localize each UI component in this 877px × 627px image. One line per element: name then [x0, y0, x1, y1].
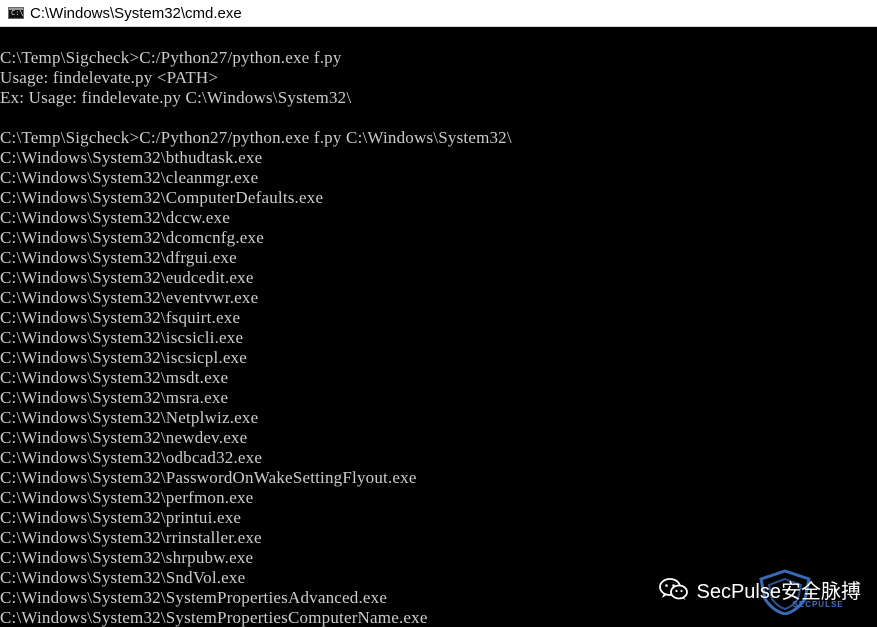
console-line: C:\Windows\System32\Netplwiz.exe [0, 408, 259, 427]
console-line: C:\Windows\System32\SndVol.exe [0, 568, 246, 587]
console-line: C:\Windows\System32\PasswordOnWakeSettin… [0, 468, 417, 487]
console-line: C:\Temp\Sigcheck>C:/Python27/python.exe … [0, 48, 342, 67]
console-line: C:\Windows\System32\ComputerDefaults.exe [0, 188, 324, 207]
console-line: C:\Windows\System32\fsquirt.exe [0, 308, 241, 327]
console-line: C:\Windows\System32\bthudtask.exe [0, 148, 263, 167]
console-line: C:\Windows\System32\printui.exe [0, 508, 242, 527]
console-line: C:\Windows\System32\iscsicli.exe [0, 328, 244, 347]
console-icon-prompt: C:\ [11, 9, 24, 17]
window-title: C:\Windows\System32\cmd.exe [30, 4, 242, 22]
console-line: C:\Windows\System32\newdev.exe [0, 428, 248, 447]
console-line: Ex: Usage: findelevate.py C:\Windows\Sys… [0, 88, 352, 107]
console-line: C:\Windows\System32\SystemPropertiesComp… [0, 608, 428, 627]
console-line: C:\Windows\System32\SystemPropertiesAdva… [0, 588, 388, 607]
console-output[interactable]: C:\Temp\Sigcheck>C:/Python27/python.exe … [0, 27, 877, 627]
console-line: C:\Windows\System32\iscsicpl.exe [0, 348, 248, 367]
cmd-window: C:\ C:\Windows\System32\cmd.exe C:\Temp\… [0, 0, 877, 627]
console-line: Usage: findelevate.py <PATH> [0, 68, 219, 87]
title-bar[interactable]: C:\ C:\Windows\System32\cmd.exe [0, 0, 877, 27]
console-line: C:\Windows\System32\dfrgui.exe [0, 248, 237, 267]
console-line: C:\Windows\System32\eventvwr.exe [0, 288, 259, 307]
console-line: C:\Windows\System32\eudcedit.exe [0, 268, 254, 287]
console-line: C:\Windows\System32\msra.exe [0, 388, 229, 407]
console-line: C:\Windows\System32\msdt.exe [0, 368, 229, 387]
console-app-icon[interactable]: C:\ [8, 7, 24, 19]
console-line: C:\Windows\System32\shrpubw.exe [0, 548, 254, 567]
console-line: C:\Temp\Sigcheck>C:/Python27/python.exe … [0, 128, 512, 147]
console-line: C:\Windows\System32\dccw.exe [0, 208, 230, 227]
console-line: C:\Windows\System32\dcomcnfg.exe [0, 228, 264, 247]
console-line: C:\Windows\System32\rrinstaller.exe [0, 528, 262, 547]
console-line: C:\Windows\System32\perfmon.exe [0, 488, 254, 507]
console-line: C:\Windows\System32\cleanmgr.exe [0, 168, 259, 187]
console-line: C:\Windows\System32\odbcad32.exe [0, 448, 263, 467]
